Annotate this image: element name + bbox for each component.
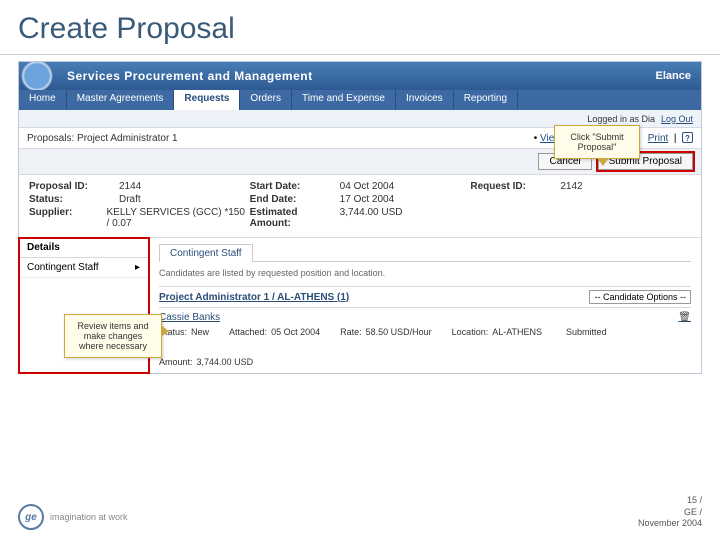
candidate-details: Status:New Attached:05 Oct 2004 Rate:58.… bbox=[159, 327, 691, 367]
tab-reporting[interactable]: Reporting bbox=[454, 90, 518, 110]
value-sub-status: Submitted bbox=[566, 327, 607, 337]
value-attached: 05 Oct 2004 bbox=[271, 327, 320, 337]
side-nav-header: Details bbox=[19, 238, 148, 258]
label-request-id: Request ID: bbox=[470, 181, 560, 192]
footer-left: ge imagination at work bbox=[18, 504, 128, 530]
value-supplier: KELLY SERVICES (GCC) *150 / 0.07 bbox=[107, 207, 250, 229]
label-amount: Amount: bbox=[159, 357, 193, 367]
candidate-row: Cassie Banks 🗑 bbox=[159, 308, 691, 327]
label-start-date: Start Date: bbox=[250, 181, 340, 192]
sidebar-item-contingent-staff[interactable]: Contingent Staff ▸ bbox=[19, 258, 148, 278]
candidate-name-link[interactable]: Cassie Banks bbox=[159, 312, 220, 323]
candidates-hint: Candidates are listed by requested posit… bbox=[159, 262, 691, 286]
tab-orders[interactable]: Orders bbox=[240, 90, 292, 110]
value-location: AL-ATHENS bbox=[492, 327, 542, 337]
tab-master-agreements[interactable]: Master Agreements bbox=[67, 90, 175, 110]
tab-time-expense[interactable]: Time and Expense bbox=[292, 90, 396, 110]
value-end-date: 17 Oct 2004 bbox=[340, 194, 394, 205]
logout-link[interactable]: Log Out bbox=[661, 114, 693, 124]
footer-page: 15 / bbox=[638, 495, 702, 507]
label-supplier: Supplier: bbox=[29, 207, 107, 229]
subtab-contingent-staff[interactable]: Contingent Staff bbox=[159, 244, 253, 262]
value-request-id: 2142 bbox=[560, 181, 582, 192]
value-status: Draft bbox=[119, 194, 141, 205]
value-rate: 58.50 USD/Hour bbox=[366, 327, 432, 337]
footer-org: GE / bbox=[638, 507, 702, 519]
label-location: Location: bbox=[452, 327, 489, 337]
value-cand-status: New bbox=[191, 327, 209, 337]
bullet-icon: • bbox=[534, 133, 538, 144]
header-title: Services Procurement and Management bbox=[67, 69, 313, 83]
main-pane: Contingent Staff Candidates are listed b… bbox=[149, 238, 701, 373]
tab-home[interactable]: Home bbox=[19, 90, 67, 110]
ge-logo-icon: ge bbox=[18, 504, 44, 530]
info-col-mid: Start Date:04 Oct 2004 End Date:17 Oct 2… bbox=[250, 181, 471, 231]
label-end-date: End Date: bbox=[250, 194, 340, 205]
tab-bar: Home Master Agreements Requests Orders T… bbox=[19, 90, 701, 110]
tab-requests[interactable]: Requests bbox=[174, 90, 240, 110]
callout-submit: Click "Submit Proposal" bbox=[554, 125, 640, 159]
sidebar-item-label: Contingent Staff bbox=[27, 262, 99, 273]
header-logo-graphic bbox=[19, 62, 67, 90]
trash-icon[interactable]: 🗑 bbox=[678, 312, 691, 323]
info-icon[interactable]: ? bbox=[682, 132, 693, 143]
slide-title: Create Proposal bbox=[0, 0, 720, 55]
info-col-left: Proposal ID:2144 Status:Draft Supplier:K… bbox=[29, 181, 250, 231]
candidate-options-select[interactable]: -- Candidate Options -- bbox=[589, 290, 691, 304]
value-est-amount: 3,744.00 USD bbox=[340, 207, 403, 229]
label-rate: Rate: bbox=[340, 327, 362, 337]
label-attached: Attached: bbox=[229, 327, 267, 337]
header-brand: Elance bbox=[656, 70, 701, 82]
chevron-right-icon: ▸ bbox=[135, 262, 140, 273]
slide-footer: ge imagination at work 15 / GE / Novembe… bbox=[18, 495, 702, 530]
value-proposal-id: 2144 bbox=[119, 181, 141, 192]
tab-invoices[interactable]: Invoices bbox=[396, 90, 454, 110]
callout-review: Review items and make changes where nece… bbox=[64, 314, 162, 358]
footer-tagline: imagination at work bbox=[50, 512, 128, 522]
candidate-group-header: Project Administrator 1 / AL-ATHENS (1) … bbox=[159, 286, 691, 308]
app-header: Services Procurement and Management Elan… bbox=[19, 62, 701, 90]
candidate-group-title[interactable]: Project Administrator 1 / AL-ATHENS (1) bbox=[159, 292, 349, 303]
value-start-date: 04 Oct 2004 bbox=[340, 181, 394, 192]
proposal-info: Proposal ID:2144 Status:Draft Supplier:K… bbox=[19, 175, 701, 238]
logged-in-text: Logged in as Dia bbox=[587, 114, 655, 124]
info-col-right: Request ID:2142 bbox=[470, 181, 691, 231]
label-est-amount: Estimated Amount: bbox=[250, 207, 340, 229]
label-proposal-id: Proposal ID: bbox=[29, 181, 119, 192]
footer-right: 15 / GE / November 2004 bbox=[638, 495, 702, 530]
footer-date: November 2004 bbox=[638, 518, 702, 530]
print-link[interactable]: Print bbox=[648, 133, 669, 144]
label-status: Status: bbox=[29, 194, 119, 205]
value-amount: 3,744.00 USD bbox=[197, 357, 254, 367]
breadcrumb-path: Proposals: Project Administrator 1 bbox=[27, 133, 178, 144]
